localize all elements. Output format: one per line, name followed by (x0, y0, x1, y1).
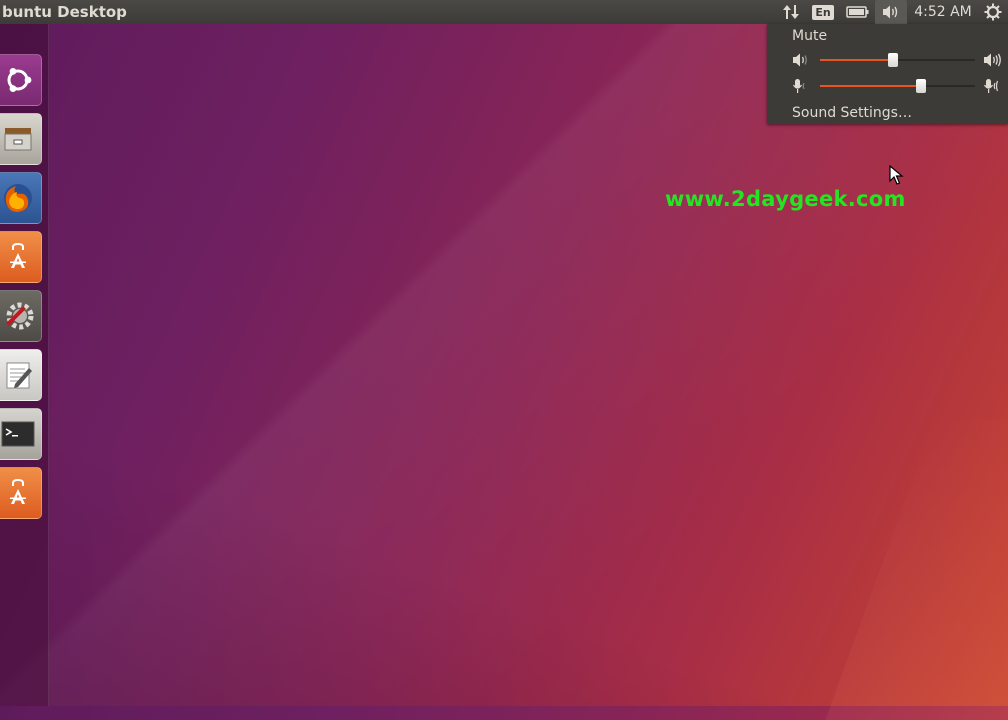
microphone-slider-row (791, 76, 1003, 96)
volume-slider-row (791, 50, 1003, 70)
microphone-slider-handle[interactable] (915, 79, 926, 93)
session-indicator[interactable] (982, 0, 1004, 24)
launcher-text-editor[interactable] (0, 349, 42, 401)
sound-settings-menu-item[interactable]: Sound Settings… (792, 105, 912, 121)
launcher-terminal[interactable] (0, 408, 42, 460)
speaker-icon (883, 5, 898, 19)
notepad-pencil-icon (6, 362, 32, 389)
launcher-software-updater[interactable] (0, 467, 42, 519)
clock-indicator[interactable]: 4:52 AM (912, 0, 974, 24)
microphone-slider[interactable] (820, 79, 975, 93)
sound-menu: Mute Sound Settings… (767, 24, 1008, 124)
sound-indicator[interactable] (875, 0, 907, 24)
battery-indicator[interactable] (844, 0, 872, 24)
volume-slider[interactable] (820, 53, 975, 67)
terminal-icon (1, 421, 35, 447)
file-cabinet-icon (4, 128, 32, 151)
shopping-bag-icon (10, 478, 26, 504)
clock-time: 4:52 AM (914, 4, 972, 20)
volume-high-icon (984, 53, 1001, 67)
battery-icon (846, 6, 869, 18)
launcher-dash-home[interactable] (0, 54, 42, 106)
gear-wrench-icon (6, 302, 34, 330)
volume-slider-handle[interactable] (887, 53, 898, 67)
network-indicator[interactable] (780, 0, 802, 24)
microphone-low-icon (793, 79, 805, 93)
microphone-slider-fill (820, 85, 921, 87)
mute-menu-item[interactable]: Mute (792, 28, 827, 44)
launcher-firefox[interactable] (0, 172, 42, 224)
microphone-high-icon (984, 79, 999, 93)
launcher-software-center[interactable] (0, 231, 42, 283)
top-panel: buntu Desktop En 4:52 AM (0, 0, 1008, 24)
watermark-text: www.2daygeek.com (665, 187, 906, 211)
launcher-system-settings[interactable] (0, 290, 42, 342)
launcher-files[interactable] (0, 113, 42, 165)
volume-low-icon (793, 53, 807, 67)
launcher (0, 24, 49, 706)
mouse-pointer-icon (889, 165, 904, 185)
volume-slider-fill (820, 59, 893, 61)
keyboard-language-indicator[interactable]: En (812, 0, 834, 24)
power-gear-icon (984, 3, 1002, 21)
ubuntu-logo-icon (7, 68, 32, 92)
language-label: En (812, 4, 834, 20)
network-arrows-icon (783, 5, 799, 19)
firefox-icon (4, 184, 32, 212)
window-title: buntu Desktop (2, 3, 127, 21)
shopping-bag-icon (10, 242, 26, 268)
